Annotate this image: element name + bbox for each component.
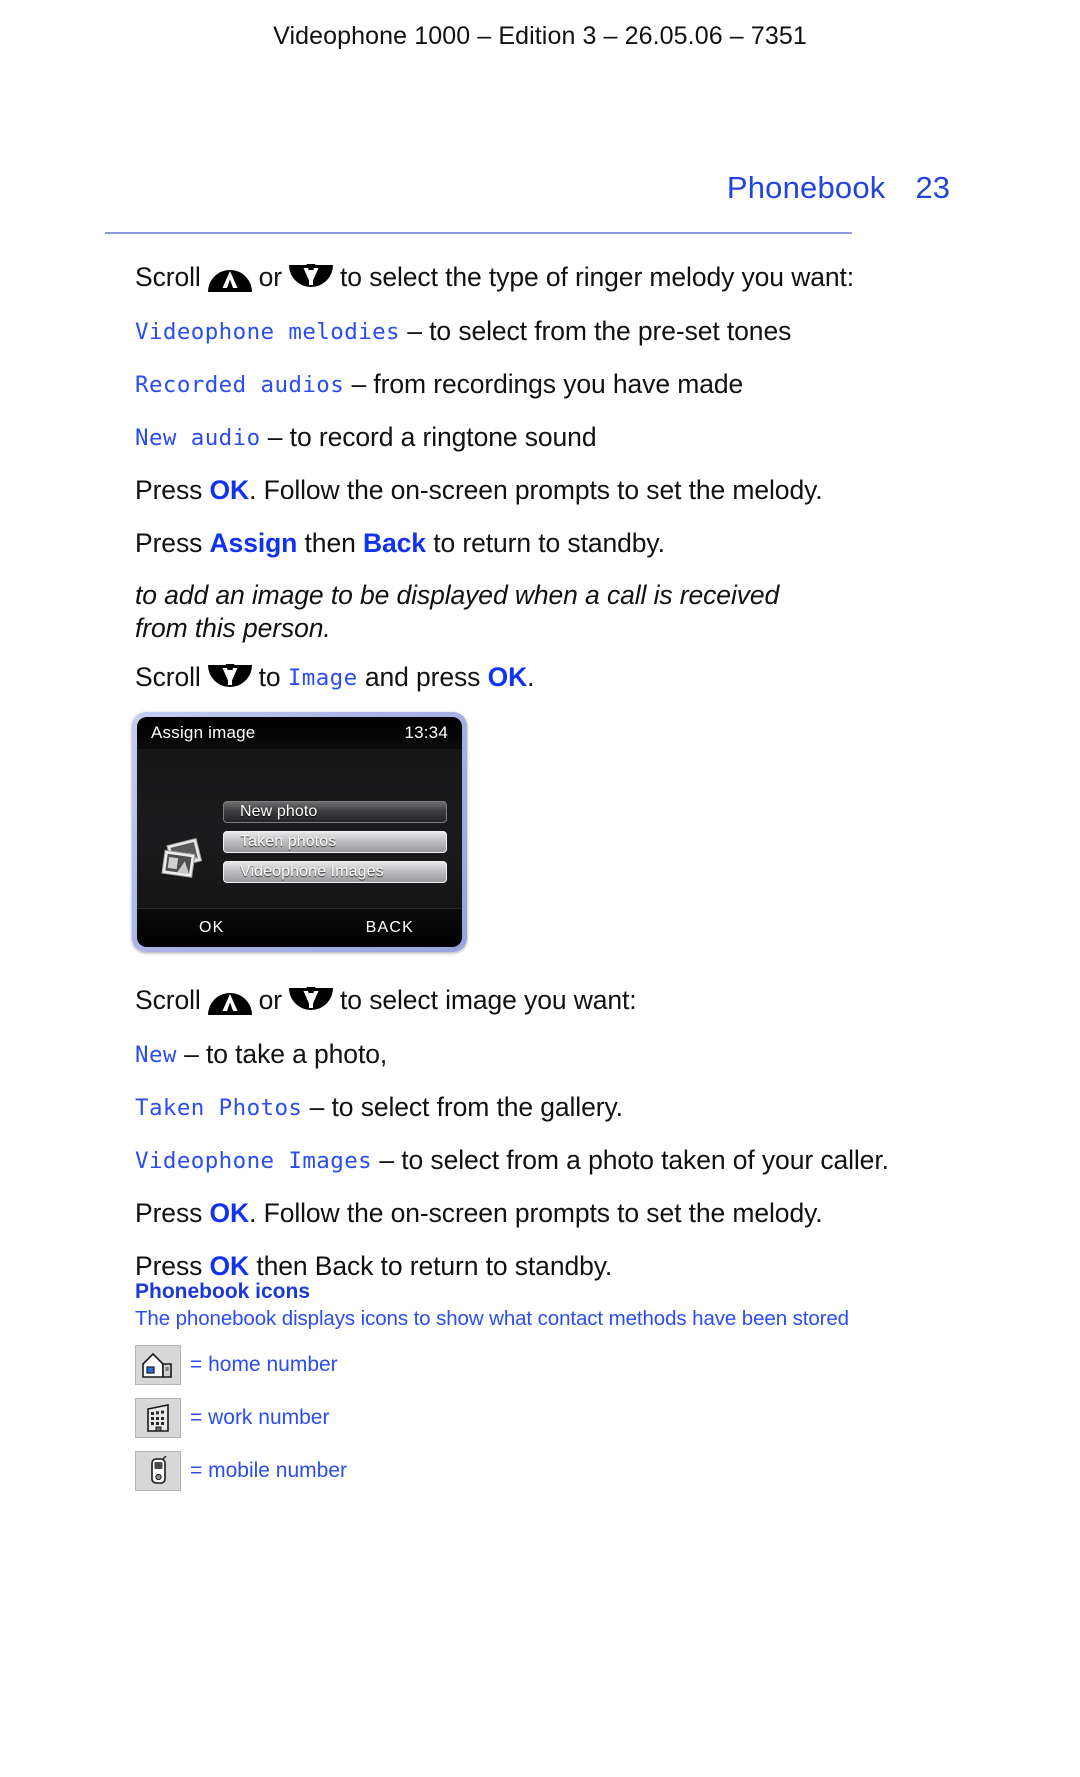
scroll-or-1: or — [258, 262, 283, 292]
scroll-label-3: Scroll — [135, 985, 201, 1015]
image-option-row: New – to take a photo, — [135, 1039, 935, 1070]
screen-menu-list: New photo Taken photos Videophone Images — [223, 801, 447, 891]
scroll-label-2: Scroll — [135, 661, 201, 692]
menu-item-label: Videophone Images — [240, 863, 384, 880]
press-middle: then — [297, 527, 363, 558]
menu-item-new-photo[interactable]: New photo — [223, 801, 447, 823]
scroll-down-key-icon — [285, 263, 337, 293]
scroll-instruction-2: Scroll or to select image you want: — [135, 985, 935, 1016]
menu-item-taken-photos[interactable]: Taken photos — [223, 831, 447, 853]
chapter-title-row: Phonebook 23 — [115, 170, 950, 206]
phonebook-icon-row: = mobile number — [135, 1451, 935, 1491]
photos-stack-icon — [157, 837, 219, 883]
phonebook-icon-label: = work number — [190, 1406, 330, 1429]
screen-content: New photo Taken photos Videophone Images — [137, 749, 462, 909]
press-prefix: Press — [135, 527, 210, 558]
screen-softkey-bar: OK BACK — [137, 908, 462, 947]
screen-title-bar: Assign image 13:34 — [137, 717, 462, 749]
scroll-mid: to — [258, 661, 281, 692]
melody-option-row: Videophone melodies – to select from the… — [135, 316, 925, 347]
press-assign-instruction: Press Assign then Back to return to stan… — [135, 528, 925, 558]
back-key-label: Back — [362, 527, 426, 558]
phonebook-icon-row: = work number — [135, 1398, 935, 1438]
ok-key-label: OK — [209, 1197, 250, 1228]
body-upper: Scroll or to select the type of ringer m… — [135, 262, 925, 715]
scroll-up-key-icon — [204, 986, 256, 1016]
scroll-and-press: and press — [364, 661, 481, 692]
lcd-label-image: Image — [287, 664, 358, 691]
assign-key-label: Assign — [209, 527, 298, 558]
press-prefix: Press — [135, 1197, 210, 1228]
option-description: – to select from a photo taken of your c… — [379, 1144, 889, 1175]
screen-display: Assign image 13:34 New photo Taken photo… — [137, 717, 462, 947]
phonebook-icons-subtitle: The phonebook displays icons to show wha… — [135, 1307, 849, 1330]
press-suffix: . Follow the on-screen prompts to set th… — [249, 474, 823, 505]
option-description: – to select from the gallery. — [309, 1091, 623, 1122]
menu-item-label: New photo — [240, 803, 318, 820]
screen-title: Assign image — [151, 723, 256, 742]
scroll-tail-1: to select the type of ringer melody you … — [340, 262, 855, 292]
ok-key-label: OK — [209, 474, 250, 505]
house-icon — [135, 1345, 181, 1385]
lcd-label: New — [135, 1041, 177, 1068]
lcd-label: Videophone melodies — [135, 318, 400, 345]
image-option-row: Taken Photos – to select from the galler… — [135, 1092, 935, 1123]
body-lower: Scroll or to select image you want: New … — [135, 985, 935, 1303]
press-prefix: Press — [135, 474, 210, 505]
phonebook-icon-row: = home number — [135, 1345, 935, 1385]
ok-key-label: OK — [209, 1250, 250, 1281]
scroll-tail-2: to select image you want: — [340, 985, 637, 1015]
softkey-ok[interactable]: OK — [199, 919, 225, 937]
lcd-label: Recorded audios — [135, 371, 345, 398]
scroll-instruction-1: Scroll or to select the type of ringer m… — [135, 262, 925, 293]
press-suffix: to return to standby. — [425, 527, 665, 558]
phonebook-icons-heading: Phonebook icons — [135, 1280, 311, 1303]
lcd-label: Taken Photos — [135, 1094, 303, 1121]
phone-screen-mockup: Assign image 13:34 New photo Taken photo… — [132, 712, 467, 952]
phonebook-icon-label: = home number — [190, 1353, 338, 1376]
lcd-label: New audio — [135, 424, 261, 451]
chapter-name: Phonebook — [726, 170, 886, 205]
scroll-to-image-instruction: Scroll to Image and press OK. — [135, 662, 925, 693]
press-suffix: . Follow the on-screen prompts to set th… — [249, 1197, 823, 1228]
scroll-or-2: or — [258, 985, 283, 1015]
screen-clock: 13:34 — [404, 723, 448, 742]
press-suffix: then Back to return to standby. — [249, 1250, 613, 1281]
lcd-label: Videophone Images — [135, 1147, 373, 1174]
running-header: Videophone 1000 – Edition 3 – 26.05.06 –… — [273, 22, 807, 50]
mobile-phone-icon — [135, 1451, 181, 1491]
press-prefix: Press — [135, 1250, 210, 1281]
page-number: 23 — [915, 170, 950, 205]
italic-note: to add an image to be displayed when a c… — [135, 579, 780, 644]
option-description: – to take a photo, — [184, 1038, 388, 1069]
scroll-period: . — [527, 661, 535, 692]
softkey-back[interactable]: BACK — [366, 919, 414, 937]
press-ok-instruction-3: Press OK then Back to return to standby. — [135, 1251, 935, 1281]
menu-item-videophone-images[interactable]: Videophone Images — [223, 861, 447, 883]
press-ok-instruction: Press OK. Follow the on-screen prompts t… — [135, 475, 925, 505]
scroll-down-key-icon — [204, 663, 256, 693]
option-description: – to select from the pre-set tones — [407, 315, 792, 346]
option-description: – from recordings you have made — [351, 368, 744, 399]
phonebook-icons-section: Phonebook icons The phonebook displays i… — [135, 1280, 935, 1504]
document-page: Videophone 1000 – Edition 3 – 26.05.06 –… — [0, 0, 1080, 1777]
office-building-icon — [135, 1398, 181, 1438]
phonebook-icon-label: = mobile number — [190, 1459, 347, 1482]
option-description: – to record a ringtone sound — [267, 421, 597, 452]
image-option-row: Videophone Images – to select from a pho… — [135, 1145, 935, 1176]
scroll-up-key-icon — [204, 263, 256, 293]
melody-option-row: New audio – to record a ringtone sound — [135, 422, 925, 453]
scroll-down-key-icon — [285, 986, 337, 1016]
scroll-label-1: Scroll — [135, 262, 201, 292]
menu-item-label: Taken photos — [240, 833, 337, 850]
press-ok-instruction-2: Press OK. Follow the on-screen prompts t… — [135, 1198, 935, 1228]
melody-option-row: Recorded audios – from recordings you ha… — [135, 369, 925, 400]
title-divider — [105, 232, 852, 234]
ok-key-label: OK — [487, 661, 528, 692]
